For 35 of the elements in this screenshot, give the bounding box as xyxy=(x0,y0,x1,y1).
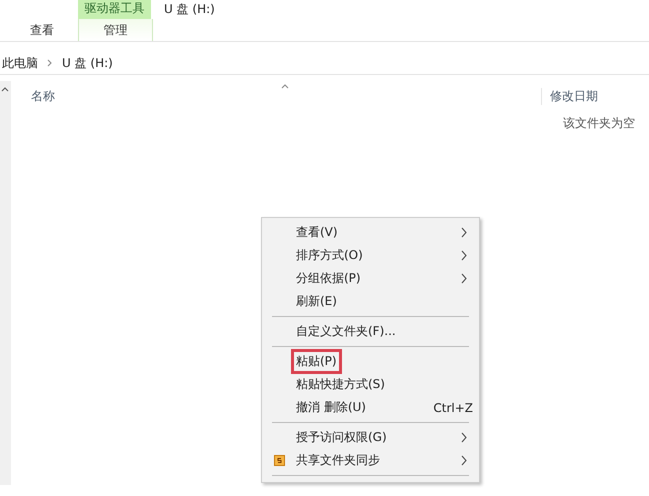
window-title: U 盘 (H:) xyxy=(164,1,215,18)
column-header[interactable]: 修改日期 xyxy=(541,88,598,105)
menu-item-label: 查看(V) xyxy=(295,224,339,241)
menu-item-label: 粘贴快捷方式(S) xyxy=(295,376,386,393)
chevron-icon xyxy=(47,59,53,67)
menu-item[interactable]: 粘贴(P) xyxy=(262,350,479,373)
scroll-up-icon[interactable] xyxy=(1,86,9,92)
menu-item[interactable]: 授予访问权限(G) xyxy=(262,426,479,449)
sort-caret-icon xyxy=(281,84,289,89)
shortcut-label: Ctrl+Z xyxy=(433,400,473,414)
ribbon-tab[interactable]: 查看 xyxy=(6,19,78,41)
menu-item-label: 排序方式(O) xyxy=(295,247,364,264)
menu-item[interactable]: 排序方式(O) xyxy=(262,244,479,267)
sync-app-icon xyxy=(274,455,284,466)
menu-item[interactable]: 撤消 删除(U) Ctrl+Z xyxy=(262,396,479,419)
menu-item-label: 共享文件夹同步 xyxy=(295,452,381,469)
column-header[interactable]: 名称 xyxy=(31,88,55,105)
menu-item[interactable]: 查看(V) xyxy=(262,221,479,244)
empty-folder-message: 该文件夹为空 xyxy=(563,115,635,132)
menu-item-label: 授予访问权限(G) xyxy=(295,429,388,446)
ribbon-tab[interactable]: 管理 xyxy=(78,19,153,41)
address-bar[interactable]: 此电脑 U 盘 (H:) xyxy=(0,52,649,75)
menu-item[interactable]: 粘贴快捷方式(S) xyxy=(262,373,479,396)
menu-item[interactable]: 刷新(E) xyxy=(262,290,479,313)
menu-item[interactable]: 自定义文件夹(F)... xyxy=(262,320,479,343)
breadcrumb[interactable]: U 盘 (H:) xyxy=(62,54,113,72)
contextual-tab-label: 驱动器工具 xyxy=(78,0,151,19)
breadcrumb[interactable]: 此电脑 xyxy=(2,54,38,72)
menu-item-label: 分组依据(P) xyxy=(295,270,362,287)
menu-item-label: 撤消 删除(U) xyxy=(295,399,367,416)
menu-item-label: 粘贴(P) xyxy=(294,352,339,371)
menu-item[interactable]: 共享文件夹同步 xyxy=(262,449,479,472)
menu-item-label: 自定义文件夹(F)... xyxy=(295,323,397,340)
menu-item[interactable]: 分组依据(P) xyxy=(262,267,479,290)
menu-item-label: 刷新(E) xyxy=(295,293,338,310)
